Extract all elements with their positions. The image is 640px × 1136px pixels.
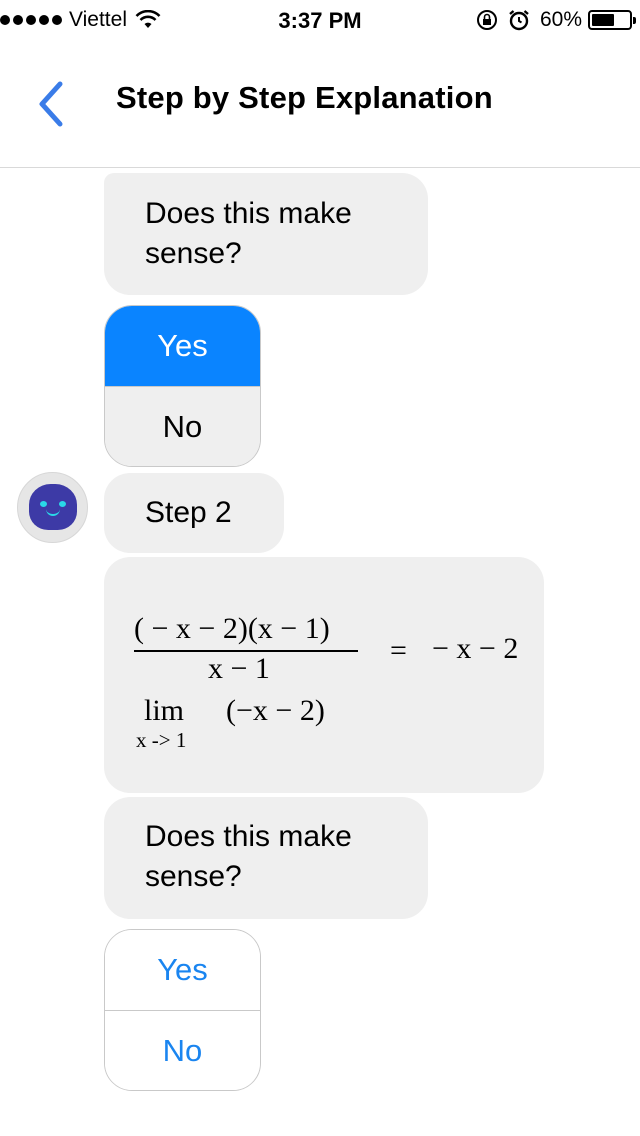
yes-button[interactable]: Yes	[105, 306, 260, 386]
yes-button[interactable]: Yes	[105, 930, 260, 1010]
battery-icon	[588, 10, 636, 30]
chat-bubble-math	[104, 557, 544, 793]
limit-word: lim	[144, 694, 185, 727]
page-title: Step by Step Explanation	[116, 80, 493, 115]
answer-choices: Yes No	[104, 305, 261, 467]
battery-fill	[592, 14, 614, 26]
answer-choices: Yes No	[104, 929, 261, 1091]
limit-expression: (−x − 2)	[226, 694, 325, 727]
no-button[interactable]: No	[105, 386, 260, 466]
fraction-numerator: ( − x − 2)(x − 1)	[134, 612, 330, 645]
prompt-text: Does this make sense?	[145, 820, 352, 893]
status-right: 60%	[476, 8, 636, 32]
chat-bubble-prompt: Does this make sense?	[104, 797, 428, 919]
robot-face-icon	[29, 484, 77, 530]
prompt-text: Does this make sense?	[145, 197, 352, 270]
chat-bubble-step: Step 2	[104, 473, 284, 553]
limit-subscript: x -> 1	[136, 728, 187, 752]
equals-sign: =	[390, 634, 407, 667]
chat-bubble-prompt: Does this make sense?	[104, 173, 428, 295]
step-label: Step 2	[145, 496, 232, 529]
bot-avatar	[17, 472, 88, 543]
fraction-denominator: x − 1	[208, 652, 270, 685]
nav-bar: Step by Step Explanation	[0, 40, 640, 168]
status-bar: Viettel 3:37 PM 60%	[0, 0, 640, 40]
battery-percent: 60%	[539, 8, 582, 31]
no-button[interactable]: No	[105, 1010, 260, 1090]
chevron-left-icon[interactable]	[28, 78, 76, 130]
equation-result: − x − 2	[432, 632, 519, 665]
alarm-icon	[509, 10, 529, 31]
orientation-lock-icon	[476, 10, 497, 30]
